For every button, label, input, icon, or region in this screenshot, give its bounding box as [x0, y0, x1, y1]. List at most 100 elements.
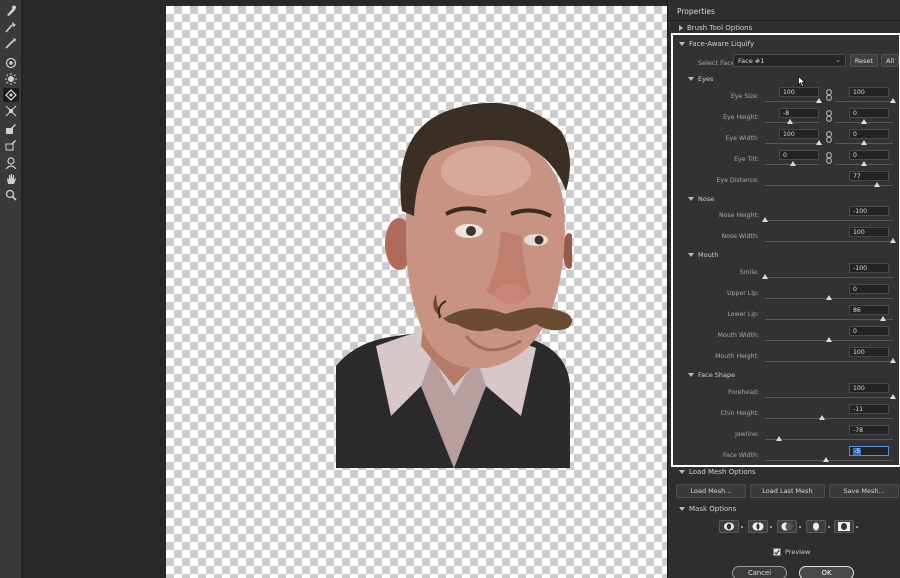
upper-lip-input[interactable]: 0 — [849, 284, 889, 294]
face-width-input[interactable]: -5 — [849, 446, 889, 456]
nose-height-slider[interactable] — [765, 220, 893, 221]
eye-height-left-thumb[interactable] — [787, 119, 793, 124]
nose-width-slider[interactable] — [765, 241, 893, 242]
face-aware-liquify-header[interactable]: Face-Aware Liquify — [679, 40, 754, 48]
eye-size-right-input[interactable]: 100 — [849, 87, 889, 97]
separator-dot — [770, 526, 772, 528]
eye-tilt-right-thumb[interactable] — [861, 161, 867, 166]
select-face-dropdown[interactable]: Face #1 ⌄ — [733, 54, 846, 67]
freeze-mask-icon[interactable] — [3, 122, 19, 136]
eye-size-right-thumb[interactable] — [890, 98, 896, 103]
mask-invert-icon[interactable] — [834, 520, 854, 533]
forward-warp-icon[interactable] — [3, 4, 19, 18]
chin-height-thumb[interactable] — [819, 415, 825, 420]
save-mesh-button[interactable]: Save Mesh... — [829, 484, 899, 498]
eye-distance-input[interactable]: 77 — [849, 171, 889, 181]
pucker-icon[interactable] — [3, 72, 19, 86]
smile-thumb[interactable] — [762, 274, 768, 279]
hand-icon[interactable] — [3, 172, 19, 186]
eye-tilt-left-thumb[interactable] — [790, 161, 796, 166]
nose-header[interactable]: Nose — [688, 195, 714, 203]
collapse-down-icon — [688, 253, 694, 257]
nose-width-thumb[interactable] — [890, 238, 896, 243]
separator-dot — [828, 526, 830, 528]
cancel-button[interactable]: Cancel — [732, 566, 787, 578]
jawline-input[interactable]: -78 — [849, 425, 889, 435]
chin-height-input[interactable]: -11 — [849, 404, 889, 414]
eye-width-left-thumb[interactable] — [816, 140, 822, 145]
mouth-header[interactable]: Mouth — [688, 251, 718, 259]
mask-add-icon[interactable] — [748, 520, 768, 533]
thaw-mask-icon[interactable] — [3, 138, 19, 152]
mouth-width-thumb[interactable] — [826, 337, 832, 342]
load-mesh-options-header[interactable]: Load Mesh Options — [679, 468, 756, 476]
face-width-thumb[interactable] — [823, 457, 829, 462]
twirl-icon[interactable] — [3, 56, 19, 70]
eye-width-left-slider[interactable] — [765, 143, 819, 144]
smile-input[interactable]: -100 — [849, 263, 889, 273]
eye-tilt-left-input[interactable]: 0 — [779, 150, 819, 160]
canvas-area[interactable] — [22, 0, 667, 578]
jawline-thumb[interactable] — [776, 436, 782, 441]
brush-tool-options-header[interactable]: Brush Tool Options — [679, 24, 752, 32]
eye-size-left-thumb[interactable] — [816, 98, 822, 103]
forehead-input[interactable]: 100 — [849, 383, 889, 393]
eye-size-left-slider[interactable] — [765, 101, 819, 102]
eye-height-right-thumb[interactable] — [861, 119, 867, 124]
forehead-thumb[interactable] — [890, 394, 896, 399]
upper-lip-thumb[interactable] — [826, 295, 832, 300]
eye-width-left-input[interactable]: 100 — [779, 129, 819, 139]
mask-replace-icon[interactable] — [719, 520, 739, 533]
nose-width-input[interactable]: 100 — [849, 227, 889, 237]
zoom-icon[interactable] — [3, 188, 19, 202]
eye-height-right-input[interactable]: 0 — [849, 108, 889, 118]
lower-lip-input[interactable]: 86 — [849, 305, 889, 315]
link-icon[interactable] — [826, 89, 832, 101]
ok-button[interactable]: OK — [799, 566, 854, 578]
eye-size-right-slider[interactable] — [835, 101, 893, 102]
portrait-image — [336, 102, 572, 468]
all-button[interactable]: All — [881, 54, 899, 67]
load-last-mesh-button[interactable]: Load Last Mesh — [750, 484, 825, 498]
lower-lip-thumb[interactable] — [880, 316, 886, 321]
face-tool-icon[interactable] — [3, 156, 19, 170]
eye-tilt-label: Eye Tilt: — [734, 156, 759, 163]
nose-height-input[interactable]: -100 — [849, 206, 889, 216]
mask-intersect-icon[interactable] — [806, 520, 826, 533]
collapse-down-icon — [688, 77, 694, 81]
mouth-height-input[interactable]: 100 — [849, 347, 889, 357]
collapse-down-icon — [679, 470, 685, 474]
face-shape-header[interactable]: Face Shape — [688, 371, 735, 379]
face-width-slider[interactable] — [765, 460, 893, 461]
preview-checkbox[interactable] — [773, 548, 781, 556]
jawline-slider[interactable] — [765, 439, 893, 440]
mouth-height-slider[interactable] — [765, 361, 893, 362]
reconstruct-icon[interactable] — [3, 20, 19, 34]
smile-slider[interactable] — [765, 277, 893, 278]
upper-lip-label: Upper Lip: — [727, 290, 759, 297]
link-icon[interactable] — [826, 110, 832, 122]
smooth-icon[interactable] — [3, 36, 19, 50]
eye-width-right-thumb[interactable] — [861, 140, 867, 145]
forehead-slider[interactable] — [765, 397, 893, 398]
nose-height-thumb[interactable] — [762, 217, 768, 222]
eye-width-right-input[interactable]: 0 — [849, 129, 889, 139]
eye-tilt-right-input[interactable]: 0 — [849, 150, 889, 160]
eye-height-left-input[interactable]: -8 — [779, 108, 819, 118]
document-canvas[interactable] — [166, 6, 667, 578]
lower-lip-slider[interactable] — [765, 319, 893, 320]
eyes-header[interactable]: Eyes — [688, 75, 713, 83]
link-icon[interactable] — [826, 152, 832, 164]
push-left-icon[interactable] — [3, 104, 19, 118]
mask-options-header[interactable]: Mask Options — [679, 505, 736, 513]
link-icon[interactable] — [826, 131, 832, 143]
reset-button[interactable]: Reset — [850, 54, 878, 67]
mouth-height-thumb[interactable] — [890, 358, 896, 363]
mask-subtract-icon[interactable] — [777, 520, 797, 533]
load-mesh-button[interactable]: Load Mesh... — [676, 484, 746, 498]
bloat-icon[interactable] — [3, 88, 19, 102]
mouth-width-input[interactable]: 0 — [849, 326, 889, 336]
chin-height-slider[interactable] — [765, 418, 893, 419]
eye-distance-thumb[interactable] — [874, 182, 880, 187]
eye-size-left-input[interactable]: 100 — [779, 87, 819, 97]
